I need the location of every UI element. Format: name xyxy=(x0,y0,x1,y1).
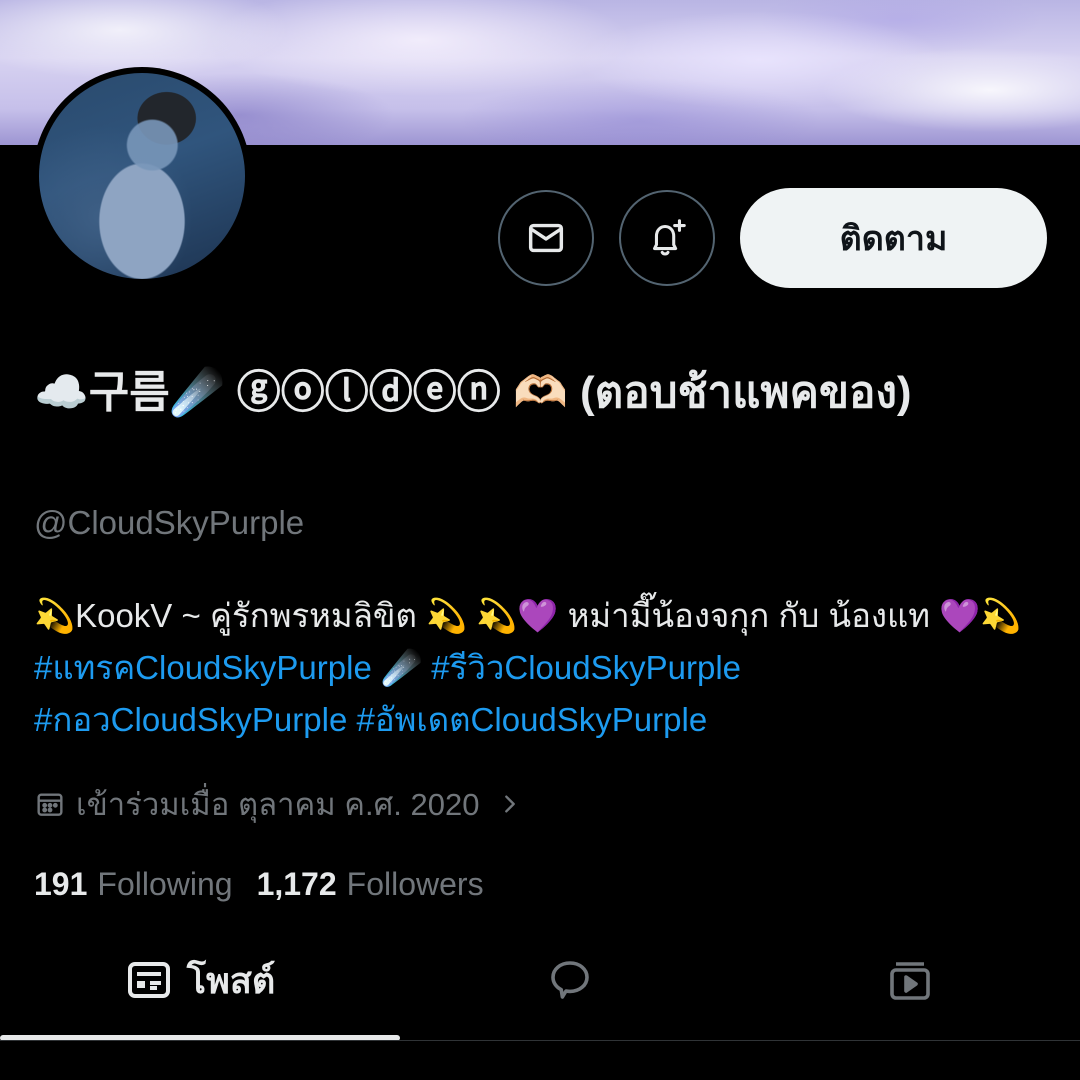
profile-tabs: โพสต์ xyxy=(0,930,1080,1040)
posts-list-icon xyxy=(127,962,170,998)
bio-text: 💫KookV ~ คู่รักพรหมลิขิต 💫 💫💜 หม่ามี๊น้อ… xyxy=(34,597,1022,634)
speech-bubble-icon xyxy=(551,961,589,999)
following-label[interactable]: Following xyxy=(97,866,232,903)
following-count[interactable]: 191 xyxy=(34,866,87,903)
hashtag-link[interactable]: #กอวCloudSkyPurple xyxy=(34,701,347,738)
media-play-icon xyxy=(890,962,930,1000)
bell-plus-icon xyxy=(653,219,686,256)
hashtag-link[interactable]: #รีวิวCloudSkyPurple xyxy=(431,649,741,686)
avatar-photo xyxy=(39,73,245,279)
avatar[interactable] xyxy=(33,67,251,285)
bio: 💫KookV ~ คู่รักพรหมลิขิต 💫 💫💜 หม่ามี๊น้อ… xyxy=(34,590,1054,746)
hashtag-link[interactable]: #อัพเดตCloudSkyPurple xyxy=(356,701,707,738)
notifications-button[interactable] xyxy=(619,190,715,286)
joined-date-row[interactable]: เข้าร่วมเมื่อ ตุลาคม ค.ศ. 2020 xyxy=(34,782,521,826)
display-name: ☁️구름☄️ ⓖⓞⓛⓓⓔⓝ 🫶🏻 (ตอบช้าแพคของ) xyxy=(34,368,912,417)
tab-posts[interactable]: โพสต์ xyxy=(0,930,400,1030)
tab-media[interactable] xyxy=(740,930,1080,1030)
calendar-icon xyxy=(37,793,63,816)
followers-count[interactable]: 1,172 xyxy=(257,866,337,903)
tab-posts-label: โพสต์ xyxy=(186,959,276,1001)
tab-replies[interactable] xyxy=(400,930,740,1030)
follow-button[interactable]: ติดตาม xyxy=(740,188,1047,288)
envelope-icon xyxy=(528,223,564,253)
comet-emoji: ☄️ xyxy=(380,649,423,686)
chevron-right-icon xyxy=(505,795,516,813)
tabs-divider xyxy=(0,1040,1080,1041)
message-button[interactable] xyxy=(498,190,594,286)
follow-stats: 191 Following 1,172 Followers xyxy=(34,862,484,906)
joined-date: เข้าร่วมเมื่อ ตุลาคม ค.ศ. 2020 xyxy=(76,787,480,822)
hashtag-link[interactable]: #แทรคCloudSkyPurple xyxy=(34,649,372,686)
followers-label[interactable]: Followers xyxy=(347,866,484,903)
profile-page: ติดตาม ☁️구름☄️ ⓖⓞⓛⓓⓔⓝ 🫶🏻 (ตอบช้าแพคของ) @… xyxy=(0,0,1080,1080)
username-handle: @CloudSkyPurple xyxy=(34,504,305,541)
